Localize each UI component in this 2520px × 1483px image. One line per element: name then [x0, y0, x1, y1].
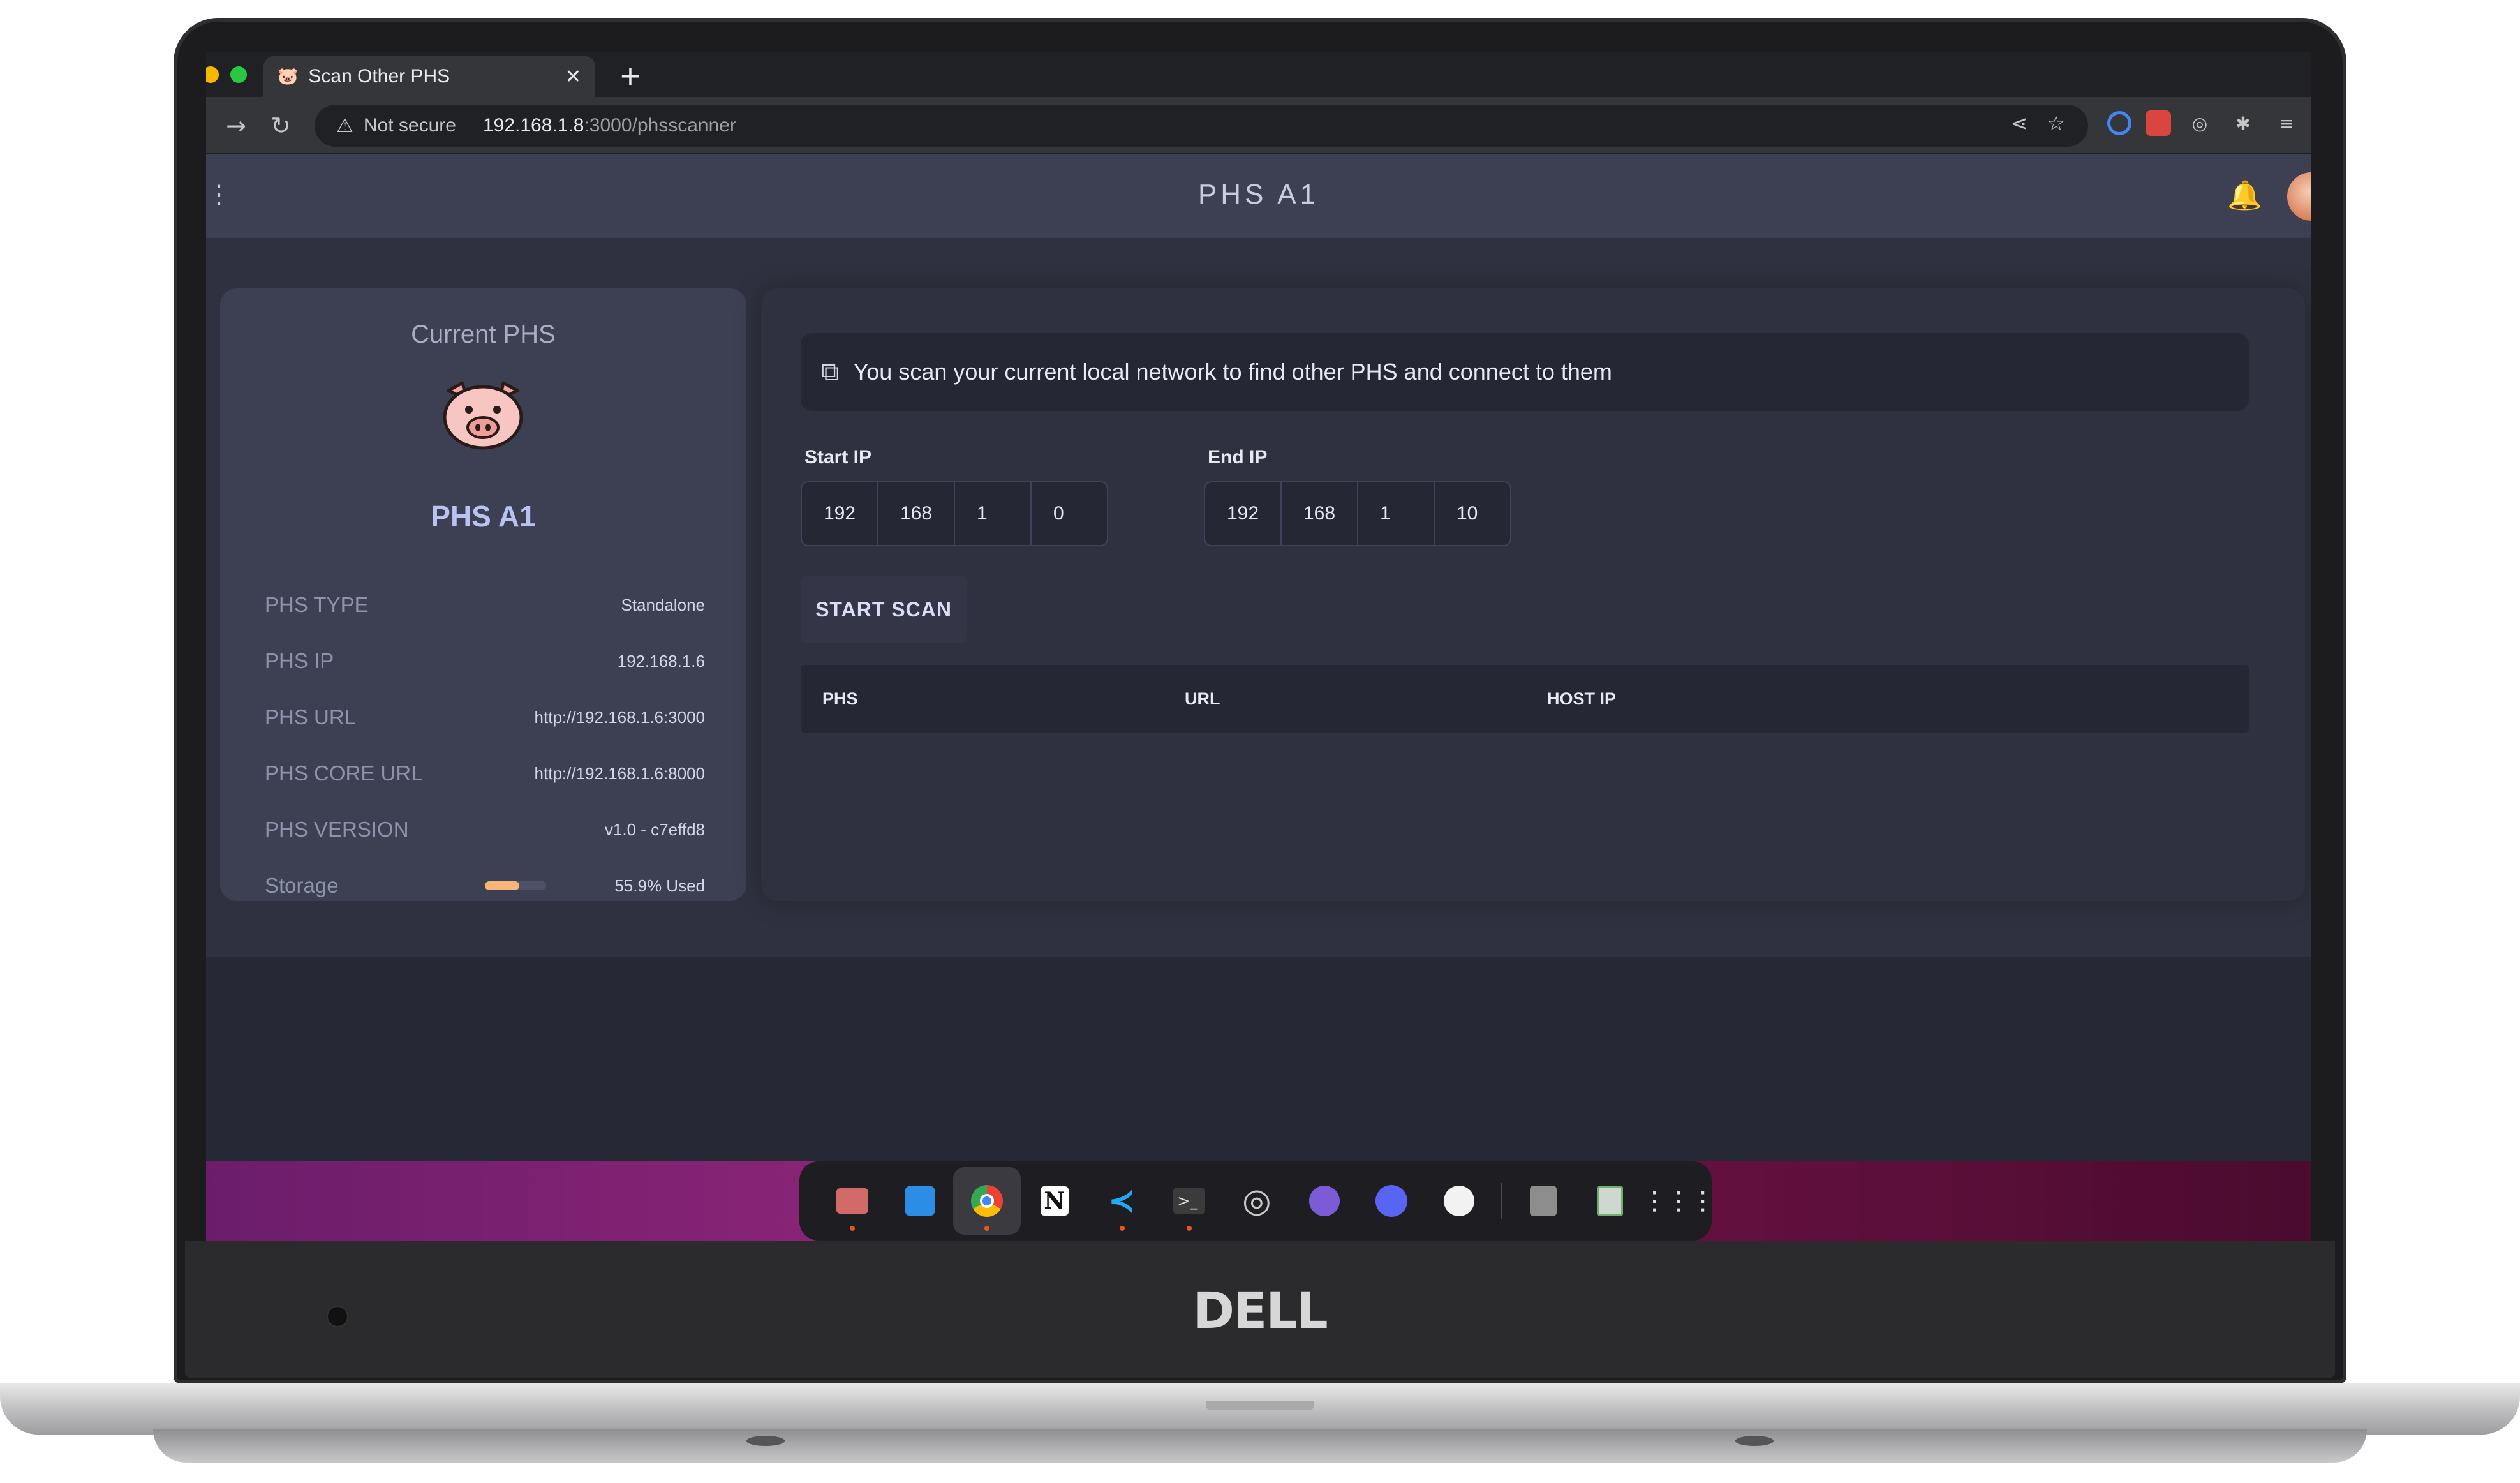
pig-icon — [443, 381, 523, 450]
info-label: PHS VERSION — [265, 817, 409, 841]
browser-tabbar: 🐷 Scan Other PHS ✕ + — [206, 52, 2311, 97]
card-heading: Current PHS — [411, 320, 556, 348]
info-label: PHS TYPE — [265, 593, 369, 616]
current-phs-card: Current PHS PHS A1 PHS TYPE Standalone P… — [220, 288, 746, 901]
info-value: Standalone — [621, 595, 705, 615]
dock-separator — [1500, 1183, 1502, 1219]
scanner-card: ⧉ You scan your current local network to… — [761, 288, 2305, 901]
disk-icon[interactable] — [1509, 1167, 1577, 1235]
brand-logo: DELL — [1193, 1283, 1328, 1340]
laptop-foot — [746, 1436, 785, 1446]
end-ip-group: 192 168 1 10 — [1204, 481, 1511, 546]
end-ip-octet[interactable]: 192 — [1204, 481, 1282, 546]
info-text: You scan your current local network to f… — [853, 359, 1612, 385]
puzzle-extensions-icon[interactable]: ✱ — [2228, 108, 2258, 138]
results-table-header: PHS URL HOST IP — [801, 665, 2249, 733]
reading-list-icon[interactable]: ≡ — [2272, 108, 2301, 138]
settings-icon[interactable]: ◎ — [1223, 1167, 1291, 1235]
address-bar[interactable]: ⚠ Not secure 192.168.1.8 :3000/phsscanne… — [315, 105, 2088, 147]
info-row-version: PHS VERSION v1.0 - c7effd8 — [265, 810, 705, 849]
storage-progress-fill — [485, 881, 519, 890]
start-ip-group: 192 168 1 0 — [801, 481, 1108, 546]
browser-tab[interactable]: 🐷 Scan Other PHS ✕ — [263, 56, 595, 97]
end-ip-octet[interactable]: 168 — [1280, 481, 1358, 546]
page-footer — [206, 957, 2311, 1161]
app-icon[interactable] — [1425, 1167, 1493, 1235]
info-row-ip: PHS IP 192.168.1.6 — [265, 642, 705, 680]
start-ip-octet[interactable]: 1 — [954, 481, 1032, 546]
app-header: ⋮ PHS A1 🔔 — [206, 154, 2311, 238]
start-ip-label: Start IP — [804, 447, 872, 468]
terminal-icon[interactable]: >_ — [1155, 1167, 1223, 1235]
notion-icon[interactable]: N — [1021, 1167, 1088, 1235]
info-row-storage: Storage 55.9% Used — [265, 867, 705, 905]
info-banner: ⧉ You scan your current local network to… — [801, 333, 2249, 411]
github-icon[interactable] — [1291, 1167, 1358, 1235]
vscode-icon[interactable]: ≺ — [1088, 1167, 1156, 1235]
end-ip-octet[interactable]: 10 — [1434, 481, 1511, 546]
start-ip-octet[interactable]: 0 — [1030, 481, 1108, 546]
info-label: PHS URL — [265, 705, 357, 729]
column-header-host-ip[interactable]: HOST IP — [1547, 689, 1616, 709]
close-tab-icon[interactable]: ✕ — [565, 66, 581, 88]
info-label: Storage — [265, 874, 339, 897]
extensions-area: ◎ ✱ ≡ ◧ — [2107, 108, 2311, 138]
window-maximize-button[interactable] — [230, 66, 247, 83]
security-label: Not secure — [363, 115, 456, 136]
forward-icon[interactable]: → — [219, 108, 253, 143]
network-icon: ⧉ — [821, 357, 840, 387]
trash-icon[interactable] — [1576, 1167, 1644, 1235]
phs-name: PHS A1 — [431, 500, 536, 533]
laptop-notch — [1206, 1401, 1314, 1410]
tab-title: Scan Other PHS — [308, 66, 450, 87]
bookmark-star-icon[interactable]: ☆ — [2047, 111, 2065, 135]
end-ip-octet[interactable]: 1 — [1357, 481, 1435, 546]
storage-progress-bar — [485, 881, 546, 890]
info-label: PHS CORE URL — [265, 761, 423, 785]
end-ip-label: End IP — [1208, 447, 1268, 468]
apps-grid-icon[interactable]: ⋮⋮⋮ — [1642, 1167, 1716, 1235]
info-row-url: PHS URL http://192.168.1.6:3000 — [265, 698, 705, 736]
reload-icon[interactable]: ↻ — [263, 108, 298, 143]
dock: N ≺ >_ ◎ ⋮⋮⋮ — [799, 1161, 1716, 1241]
warning-icon: ⚠ — [336, 115, 353, 137]
webcam-led — [327, 1306, 348, 1327]
screen: 🐷 Scan Other PHS ✕ + → ↻ ⚠ Not secure 19… — [206, 52, 2311, 1241]
info-row-type: PHS TYPE Standalone — [265, 586, 705, 624]
url-path: :3000/phsscanner — [584, 115, 736, 136]
start-ip-octet[interactable]: 168 — [877, 481, 955, 546]
column-header-url[interactable]: URL — [1185, 689, 1220, 709]
screenshot-icon[interactable] — [886, 1167, 954, 1235]
info-value: http://192.168.1.6:8000 — [534, 763, 705, 783]
browser-toolbar: → ↻ ⚠ Not secure 192.168.1.8 :3000/phssc… — [206, 97, 2311, 154]
info-value: 55.9% Used — [614, 876, 705, 895]
chrome-icon[interactable] — [953, 1167, 1021, 1235]
laptop-foot — [1735, 1436, 1774, 1446]
info-value: http://192.168.1.6:3000 — [534, 707, 705, 727]
share-icon[interactable]: ⋖ — [2011, 111, 2028, 135]
discord-icon[interactable] — [1358, 1167, 1425, 1235]
target-extension-icon[interactable]: ◎ — [2185, 108, 2214, 138]
info-value: 192.168.1.6 — [617, 651, 705, 671]
url-host: 192.168.1.8 — [482, 115, 584, 136]
files-icon[interactable] — [819, 1167, 886, 1235]
column-header-phs[interactable]: PHS — [822, 689, 858, 709]
app-title: PHS A1 — [1197, 179, 1320, 210]
red-extension-icon[interactable] — [2146, 110, 2171, 136]
info-row-core-url: PHS CORE URL http://192.168.1.6:8000 — [265, 754, 705, 793]
start-scan-button[interactable]: START SCAN — [801, 576, 967, 643]
laptop-base-underside — [153, 1429, 2367, 1463]
new-tab-button[interactable]: + — [614, 60, 646, 92]
pig-favicon-icon: 🐷 — [278, 67, 299, 86]
start-ip-octet[interactable]: 192 — [801, 481, 878, 546]
notification-bell-icon[interactable]: 🔔 — [2227, 179, 2262, 212]
color-extension-icon[interactable] — [2107, 111, 2131, 135]
info-label: PHS IP — [265, 649, 334, 673]
info-value: v1.0 - c7effd8 — [604, 819, 705, 839]
window-minimize-button[interactable] — [206, 66, 219, 83]
